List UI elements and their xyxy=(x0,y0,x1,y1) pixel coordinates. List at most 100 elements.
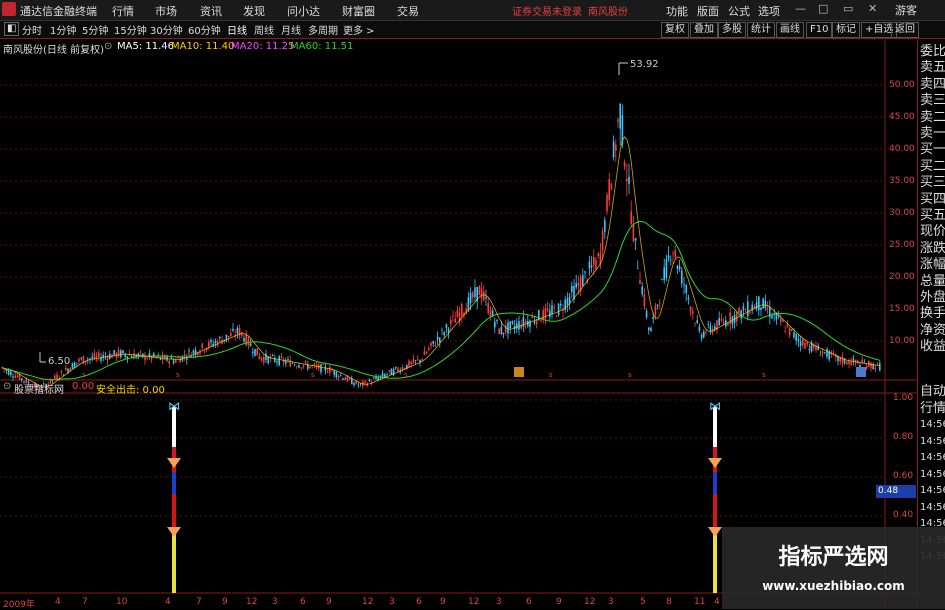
x-tick-label: 12 xyxy=(246,597,258,607)
candle-body xyxy=(337,375,340,378)
sub-settings-icon[interactable]: ⊙ xyxy=(3,381,11,392)
restore-icon[interactable]: ▭ xyxy=(843,2,853,15)
tab-weekly[interactable]: 周线 xyxy=(254,22,274,37)
back-button[interactable]: 返回 xyxy=(891,22,919,38)
candle-body xyxy=(73,363,76,368)
quote-field-13: 涨幅 xyxy=(920,257,945,273)
candle-body xyxy=(291,363,294,364)
x-tick-label: 8 xyxy=(666,597,672,607)
candle-body xyxy=(747,301,749,317)
menu-layout[interactable]: 版面 xyxy=(697,3,719,19)
candle-body xyxy=(172,360,175,364)
menu-options[interactable]: 选项 xyxy=(758,3,780,19)
adjust-button[interactable]: 复权 xyxy=(661,22,689,38)
tab-15min[interactable]: 15分钟 xyxy=(114,22,147,37)
candle-body xyxy=(623,162,626,167)
candle-body xyxy=(436,336,439,340)
close-icon[interactable]: ✕ xyxy=(868,2,877,15)
candle-body xyxy=(626,178,628,182)
candle-body xyxy=(188,350,190,352)
x-tick-label: 7 xyxy=(196,597,202,607)
tab-daily[interactable]: 日线 xyxy=(227,22,247,37)
candle-body xyxy=(450,319,452,325)
tab-more[interactable]: 更多 > xyxy=(343,22,375,37)
candle-body xyxy=(203,351,206,352)
candle-body xyxy=(329,366,331,373)
candle-body xyxy=(344,378,346,380)
tab-5min[interactable]: 5分钟 xyxy=(82,22,108,37)
candle-body xyxy=(562,310,564,311)
candle-body xyxy=(76,362,78,364)
multi-stock-button[interactable]: 多股 xyxy=(718,22,746,38)
sub-indicator-value: 0.00 xyxy=(72,381,95,392)
tab-monthly[interactable]: 月线 xyxy=(281,22,301,37)
candle-body xyxy=(764,300,767,309)
candle-body xyxy=(564,299,566,311)
menu-trade[interactable]: 交易 xyxy=(397,3,419,19)
quote-field-4: 卖二 xyxy=(920,109,945,125)
quote-field-0: 委比 xyxy=(920,44,945,59)
candle-body xyxy=(780,319,782,323)
candle-body xyxy=(560,303,562,306)
candle-body xyxy=(727,324,729,326)
tab-60min[interactable]: 60分钟 xyxy=(188,22,221,37)
sidebar-toggle-icon[interactable]: ◧ xyxy=(4,22,20,36)
overlay-button[interactable]: 叠加 xyxy=(690,22,718,38)
candle-body xyxy=(806,342,808,345)
candle-body xyxy=(802,339,804,346)
tab-multi-period[interactable]: 多周期 xyxy=(308,22,338,37)
minimize-icon[interactable]: — xyxy=(795,2,806,15)
mark-button[interactable]: 标记 xyxy=(832,22,860,38)
statistics-button[interactable]: 统计 xyxy=(747,22,775,38)
maximize-icon[interactable]: □ xyxy=(818,2,828,15)
candle-body xyxy=(428,348,430,351)
menu-market[interactable]: 市场 xyxy=(155,3,177,19)
tick-row-3: 14:56 xyxy=(920,435,945,447)
tab-30min[interactable]: 30分钟 xyxy=(150,22,183,37)
candle-body xyxy=(707,323,709,325)
svg-text:s: s xyxy=(311,371,315,379)
menu-wealth[interactable]: 财富圈 xyxy=(342,3,375,19)
candle-body xyxy=(12,376,14,378)
quote-field-1: 卖五 xyxy=(920,60,945,76)
svg-text:s: s xyxy=(628,371,632,379)
draw-line-button[interactable]: 画线 xyxy=(776,22,804,38)
candle-body xyxy=(496,319,498,322)
menu-news[interactable]: 资讯 xyxy=(200,3,222,19)
candle-body xyxy=(443,332,445,336)
candle-body xyxy=(232,328,234,331)
candle-body xyxy=(285,361,287,364)
candle-body xyxy=(489,310,492,317)
candle-body xyxy=(225,334,228,340)
candle-body xyxy=(744,311,747,312)
menu-formula[interactable]: 公式 xyxy=(728,3,750,19)
candle-body xyxy=(678,266,681,270)
login-status[interactable]: 证券交易未登录 xyxy=(512,3,582,18)
candle-body xyxy=(227,335,230,338)
candle-body xyxy=(5,369,8,371)
menu-function[interactable]: 功能 xyxy=(666,3,688,19)
candle-body xyxy=(395,366,397,369)
menu-ask[interactable]: 问小达 xyxy=(287,3,320,19)
kline-chart[interactable]: ⋈ ⋈ s s s s s s s xyxy=(0,40,917,609)
tab-intraday[interactable]: 分时 xyxy=(22,22,42,37)
tick-row-7: 14:56 xyxy=(920,501,945,513)
current-value-badge: 0.48 xyxy=(876,485,916,498)
candle-body xyxy=(509,321,511,329)
candle-body xyxy=(133,353,135,360)
candle-body xyxy=(397,368,399,372)
x-tick-label: 3 xyxy=(389,597,395,607)
y-tick-15: 15.00 xyxy=(889,304,915,314)
guest-label[interactable]: 游客 xyxy=(895,2,917,18)
candle-body xyxy=(384,374,386,378)
menu-quotes[interactable]: 行情 xyxy=(112,3,134,19)
candle-body xyxy=(498,328,500,335)
f10-button[interactable]: F10 xyxy=(806,22,833,38)
tick-row-4: 14:56 xyxy=(920,452,945,463)
candle-body xyxy=(507,322,509,334)
quote-field-18: 收益 xyxy=(920,339,945,355)
menu-discover[interactable]: 发现 xyxy=(243,3,265,19)
candle-body xyxy=(177,357,179,359)
tab-1min[interactable]: 1分钟 xyxy=(50,22,76,37)
candle-body xyxy=(304,361,307,363)
